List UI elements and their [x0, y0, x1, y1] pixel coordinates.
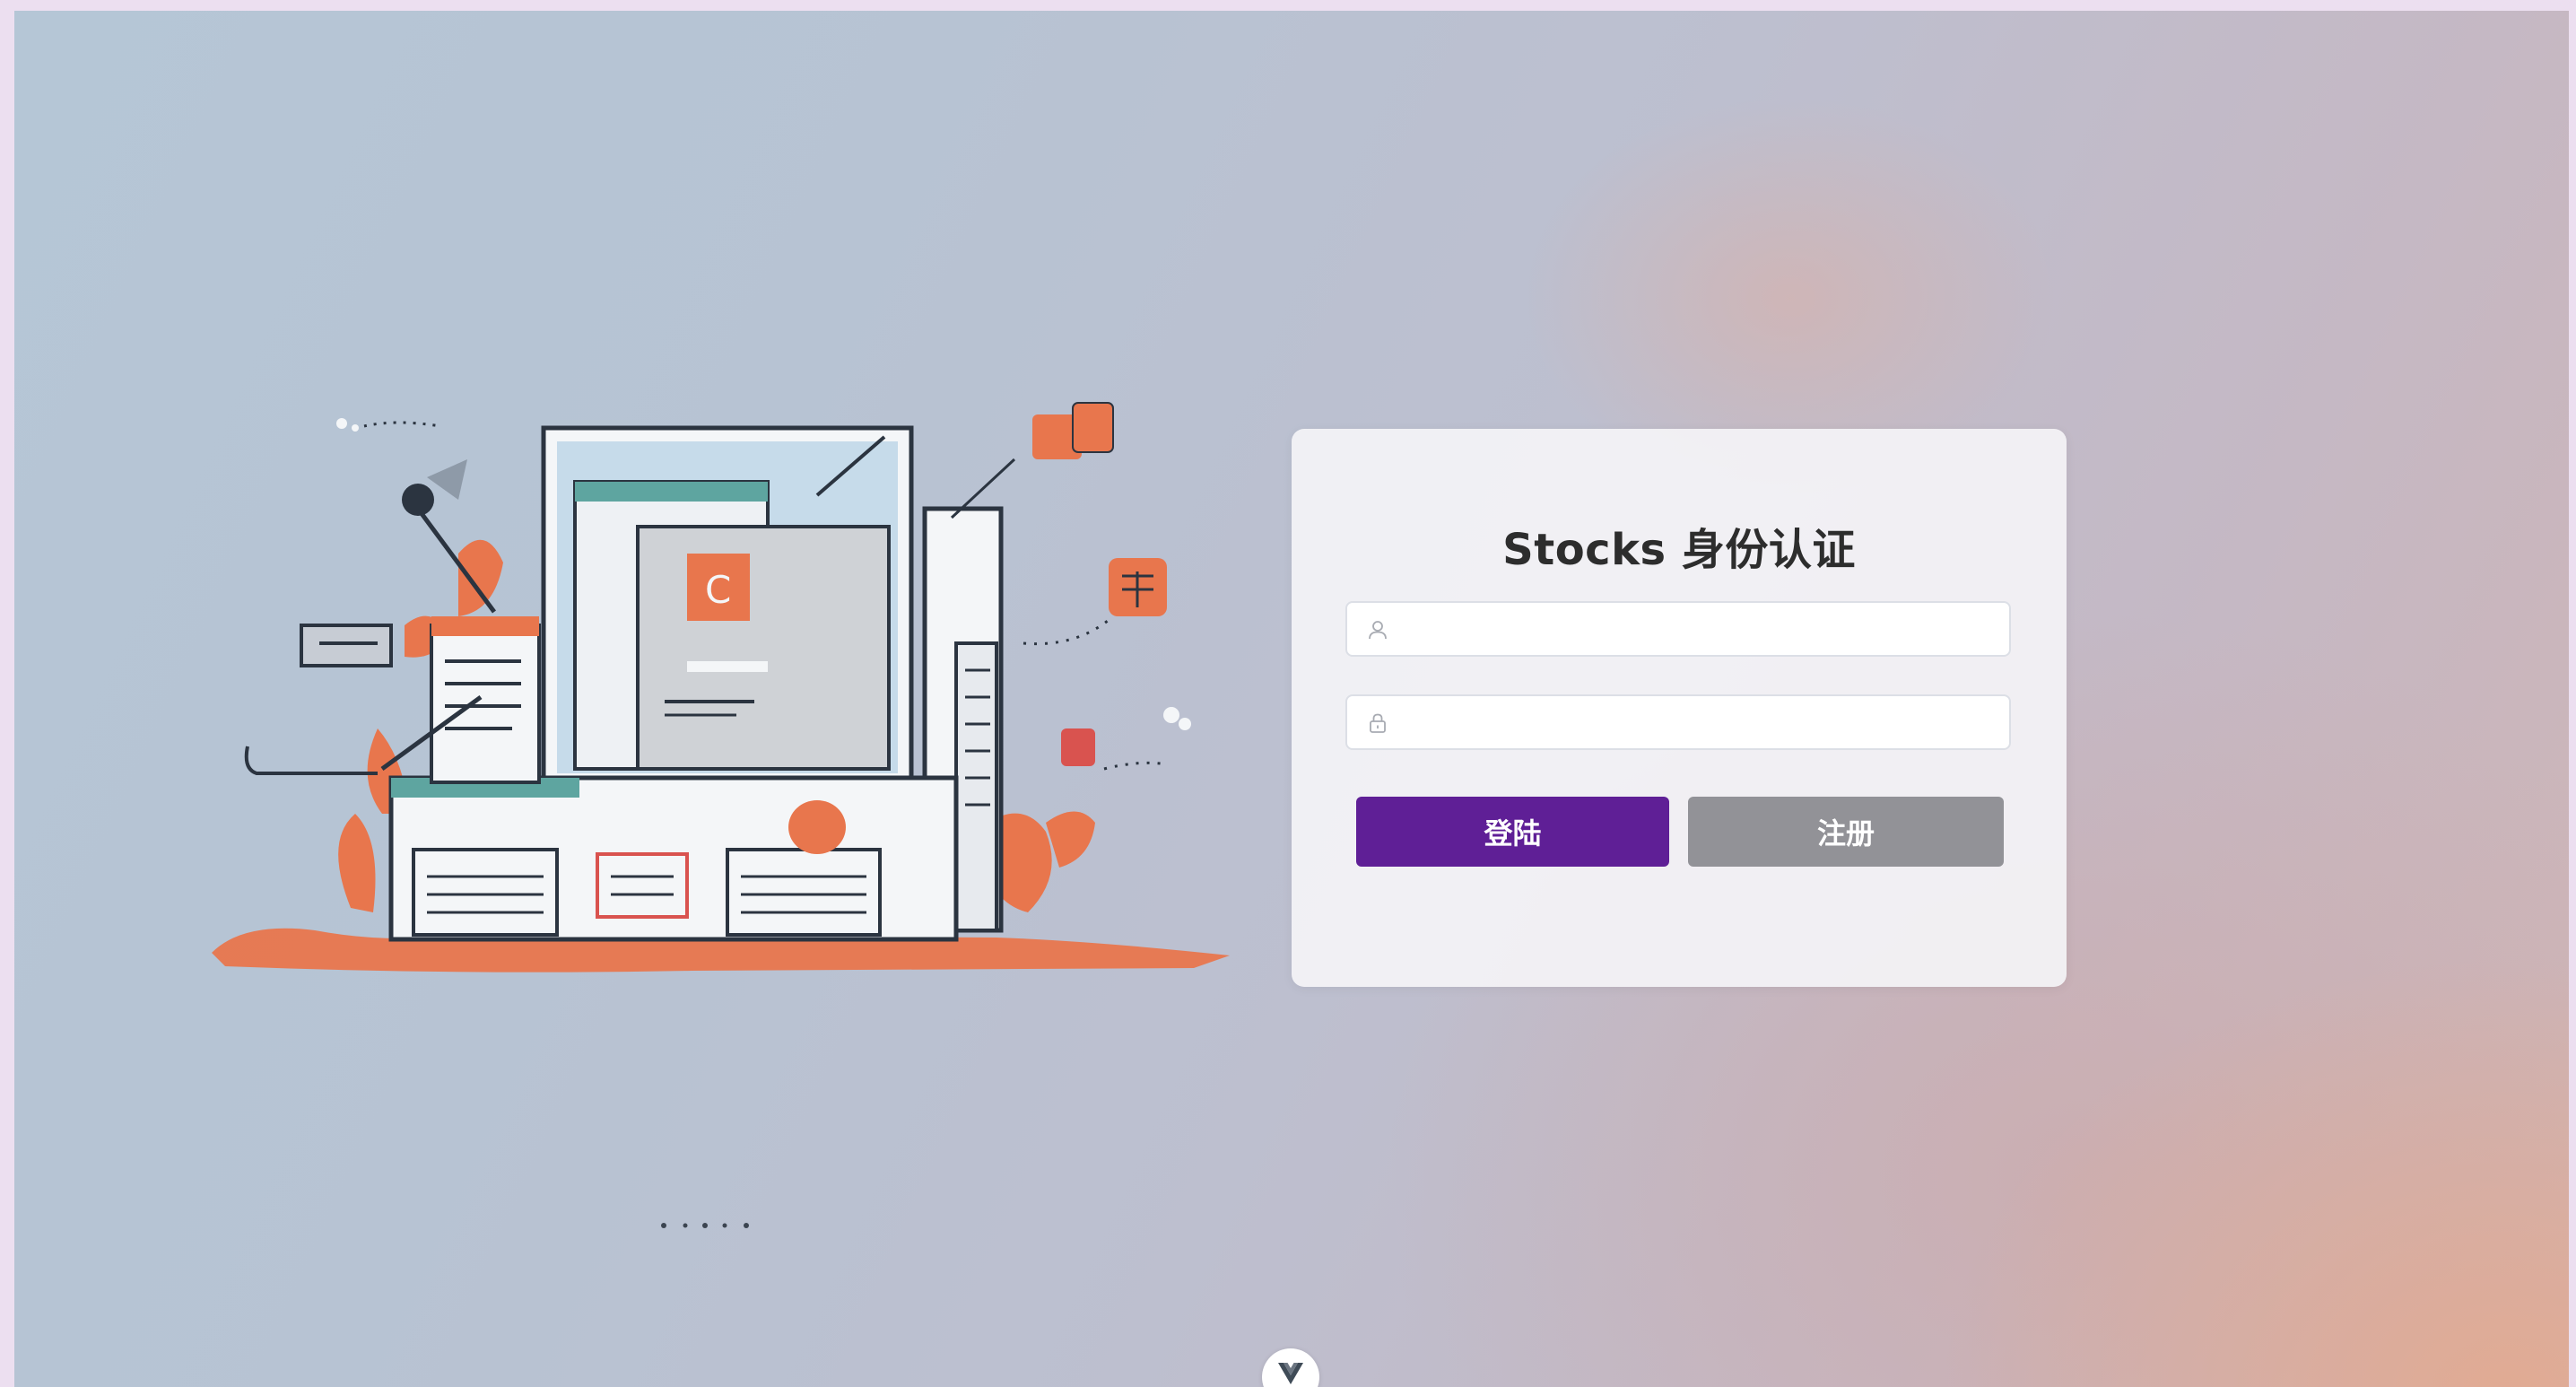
login-button[interactable]: 登陆: [1356, 797, 1669, 867]
lock-icon: [1367, 712, 1388, 734]
user-icon: [1367, 619, 1388, 641]
username-input[interactable]: [1405, 603, 2000, 657]
login-card: Stocks 身份认证 登陆 注册: [1292, 429, 2067, 987]
office-illustration: C: [212, 402, 1230, 973]
register-button[interactable]: 注册: [1688, 797, 2004, 867]
vue-logo-icon: [1278, 1363, 1303, 1384]
password-field[interactable]: [1345, 694, 2011, 750]
pagination-dots: [661, 1223, 749, 1228]
username-field[interactable]: [1345, 601, 2011, 657]
login-title: Stocks 身份认证: [1502, 525, 1856, 575]
password-input[interactable]: [1405, 696, 2000, 750]
svg-text:C: C: [705, 568, 731, 612]
